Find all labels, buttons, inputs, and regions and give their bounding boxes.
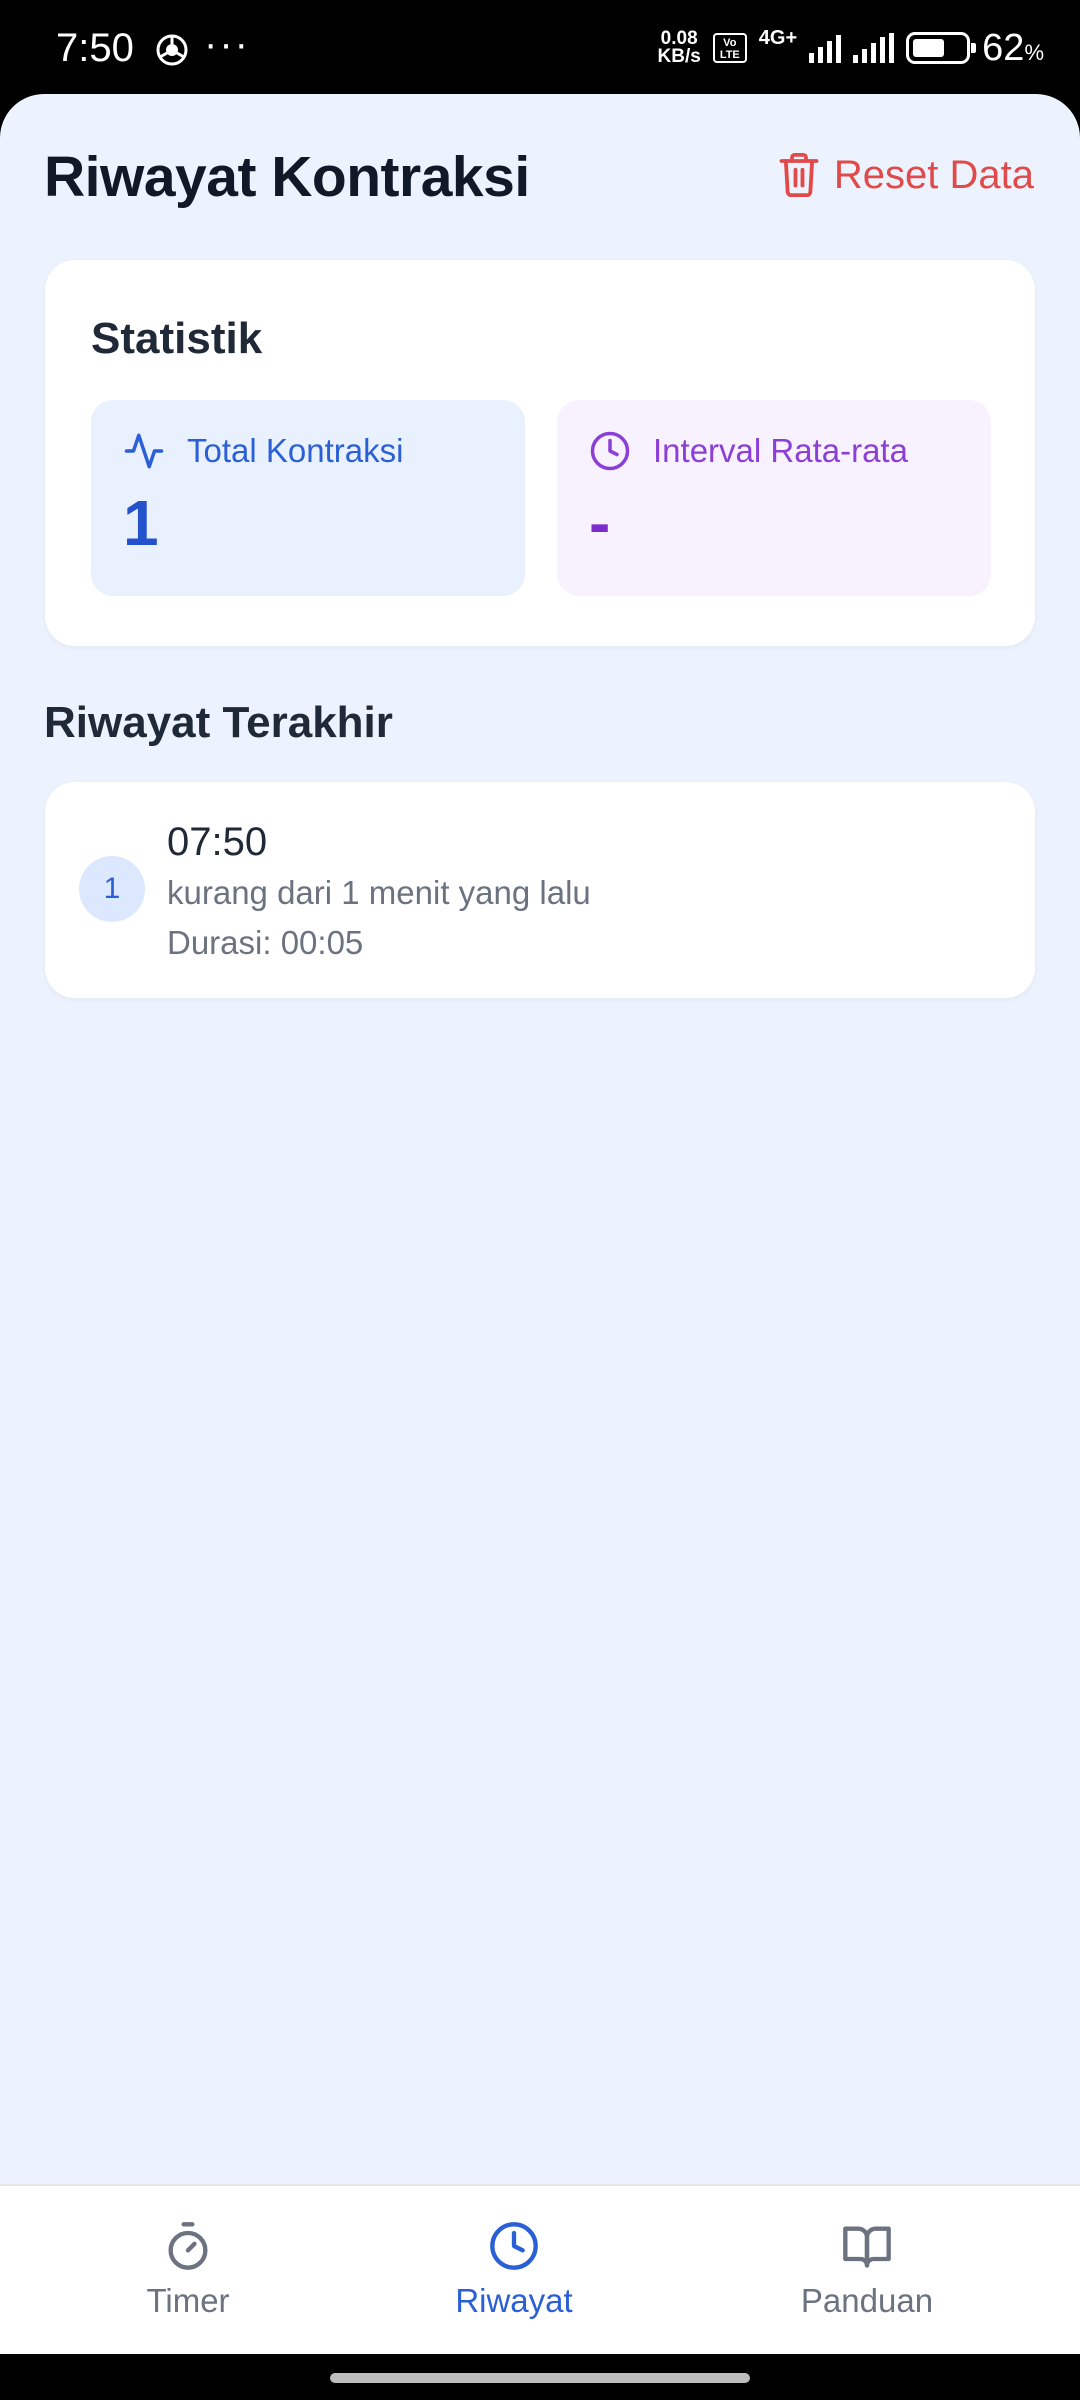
contraction-time: 07:50 <box>167 820 268 864</box>
activity-icon <box>124 433 164 469</box>
total-contractions-label: Total Kontraksi <box>187 432 404 469</box>
nav-riwayat-label: Riwayat <box>455 2282 573 2319</box>
stopwatch-icon <box>168 2222 208 2270</box>
nav-panduan[interactable]: Panduan <box>757 2220 977 2320</box>
statistics-card: Statistik Total Kontraksi 1 Interval Rat… <box>45 260 1035 646</box>
app-screen: Riwayat Kontraksi Reset Data Statistik T… <box>0 94 1080 2354</box>
nav-riwayat[interactable]: Riwayat <box>404 2220 624 2320</box>
nav-timer-label: Timer <box>146 2282 230 2319</box>
gesture-handle[interactable] <box>330 2373 750 2383</box>
reset-data-button[interactable]: Reset Data <box>778 152 1034 198</box>
contraction-relative-time: kurang dari 1 menit yang lalu <box>167 874 591 911</box>
list-item[interactable]: 1 07:50 kurang dari 1 menit yang lalu Du… <box>45 782 1035 998</box>
bottom-navigation: Timer Riwayat Panduan <box>0 2184 1080 2354</box>
clock-icon <box>490 2222 538 2270</box>
network-speed: 0.08 KB/s <box>657 29 701 67</box>
signal-strength-icon <box>809 33 842 63</box>
network-type: 4G+ <box>758 26 798 49</box>
chrome-icon <box>156 34 188 66</box>
book-icon <box>843 2226 891 2268</box>
statistics-title: Statistik <box>91 314 263 363</box>
status-bar: 7:50 ··· 0.08 KB/s Vo LTE 4G+ 62% <box>0 0 1080 96</box>
volte-icon: Vo LTE <box>712 33 747 63</box>
trash-icon <box>779 152 819 198</box>
status-indicators: 0.08 KB/s Vo LTE 4G+ 62% <box>658 22 1045 74</box>
average-interval-header: Interval Rata-rata <box>589 430 908 472</box>
recent-history-title: Riwayat Terakhir <box>44 698 393 747</box>
total-contractions-value: 1 <box>123 487 159 559</box>
total-contractions-header: Total Kontraksi <box>123 430 403 472</box>
volte-bottom: LTE <box>719 49 740 61</box>
nav-timer[interactable]: Timer <box>78 2220 298 2320</box>
total-contractions-tile: Total Kontraksi 1 <box>91 400 525 596</box>
status-time: 7:50 <box>56 26 134 70</box>
signal-strength-2-icon <box>853 33 895 63</box>
clock-icon <box>590 431 630 471</box>
battery-icon <box>906 32 977 64</box>
reset-data-label: Reset Data <box>833 152 1034 197</box>
more-notifications-icon: ··· <box>204 22 250 66</box>
average-interval-label: Interval Rata-rata <box>653 432 908 469</box>
contraction-index-badge: 1 <box>79 856 145 922</box>
contraction-duration: Durasi: 00:05 <box>167 924 364 961</box>
network-speed-unit: KB/s <box>657 46 701 67</box>
average-interval-value: - <box>589 487 611 559</box>
average-interval-tile: Interval Rata-rata - <box>557 400 991 596</box>
nav-panduan-label: Panduan <box>800 2282 934 2319</box>
page-title: Riwayat Kontraksi <box>44 145 530 209</box>
volte-top: Vo <box>723 37 737 49</box>
battery-percent: 62% <box>982 26 1044 69</box>
